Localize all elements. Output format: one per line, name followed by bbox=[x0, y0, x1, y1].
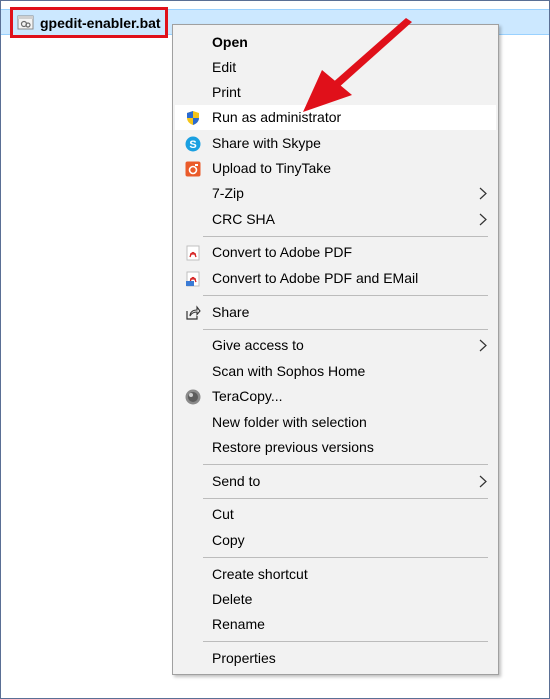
menu-item-label: Delete bbox=[212, 591, 253, 607]
menu-separator bbox=[203, 464, 488, 465]
menu-item-label: Properties bbox=[212, 650, 276, 666]
svg-text:S: S bbox=[189, 139, 196, 151]
menu-separator bbox=[203, 295, 488, 296]
menu-item-label: Share bbox=[212, 304, 250, 320]
menu-separator bbox=[203, 236, 488, 237]
menu-separator bbox=[203, 498, 488, 499]
menu-item-label: Print bbox=[212, 84, 241, 100]
chevron-right-icon bbox=[479, 475, 487, 488]
chevron-right-icon bbox=[479, 187, 487, 200]
menu-item-copy[interactable]: Copy bbox=[175, 528, 496, 553]
menu-item-restore-previous-versions[interactable]: Restore previous versions bbox=[175, 435, 496, 460]
adobe-pdf-icon bbox=[184, 244, 201, 261]
chevron-right-icon bbox=[479, 339, 487, 352]
chevron-right-icon bbox=[479, 213, 487, 226]
uac-shield-icon bbox=[184, 109, 201, 126]
menu-item-create-shortcut[interactable]: Create shortcut bbox=[175, 562, 496, 587]
menu-item-7zip[interactable]: 7-Zip bbox=[175, 181, 496, 206]
menu-separator bbox=[203, 641, 488, 642]
menu-item-label: Scan with Sophos Home bbox=[212, 363, 366, 379]
menu-item-print[interactable]: Print bbox=[175, 80, 496, 105]
menu-item-label: Convert to Adobe PDF bbox=[212, 244, 353, 260]
menu-item-send-to[interactable]: Send to bbox=[175, 469, 496, 494]
menu-item-properties[interactable]: Properties bbox=[175, 646, 496, 671]
file-item-selected[interactable]: gpedit-enabler.bat bbox=[10, 7, 168, 38]
menu-item-teracopy[interactable]: TeraCopy... bbox=[175, 384, 496, 409]
menu-item-label: Send to bbox=[212, 473, 261, 489]
menu-item-edit[interactable]: Edit bbox=[175, 55, 496, 80]
menu-item-label: Cut bbox=[212, 506, 234, 522]
menu-item-cut[interactable]: Cut bbox=[175, 502, 496, 527]
menu-item-convert-to-adobe-pdf[interactable]: Convert to Adobe PDF bbox=[175, 240, 496, 265]
menu-item-label: Create shortcut bbox=[212, 566, 308, 582]
skype-icon: S bbox=[184, 135, 201, 152]
menu-item-label: Give access to bbox=[212, 337, 304, 353]
menu-item-rename[interactable]: Rename bbox=[175, 612, 496, 637]
menu-item-convert-to-adobe-pdf-email[interactable]: Convert to Adobe PDF and EMail bbox=[175, 266, 496, 291]
menu-item-label: Convert to Adobe PDF and EMail bbox=[212, 270, 419, 286]
share-icon bbox=[184, 304, 201, 321]
menu-separator bbox=[203, 557, 488, 558]
menu-item-label: Rename bbox=[212, 616, 265, 632]
tinytake-icon bbox=[184, 160, 201, 177]
menu-item-delete[interactable]: Delete bbox=[175, 587, 496, 612]
menu-item-open[interactable]: Open bbox=[175, 30, 496, 55]
menu-item-label: 7-Zip bbox=[212, 185, 244, 201]
menu-item-label: Edit bbox=[212, 59, 237, 75]
menu-item-label: CRC SHA bbox=[212, 211, 276, 227]
file-name: gpedit-enabler.bat bbox=[40, 14, 161, 31]
teracopy-icon bbox=[184, 388, 201, 405]
batch-file-icon bbox=[17, 15, 34, 29]
menu-item-label: TeraCopy... bbox=[212, 388, 283, 404]
menu-item-label: Share with Skype bbox=[212, 135, 321, 151]
menu-item-label: Run as administrator bbox=[212, 109, 342, 125]
context-menu: Open Edit Print Run as administrator S S… bbox=[172, 24, 499, 675]
menu-item-crc-sha[interactable]: CRC SHA bbox=[175, 207, 496, 232]
menu-item-share[interactable]: Share bbox=[175, 300, 496, 325]
menu-item-label: Upload to TinyTake bbox=[212, 160, 332, 176]
menu-item-label: Open bbox=[212, 34, 248, 50]
menu-item-upload-to-tinytake[interactable]: Upload to TinyTake bbox=[175, 156, 496, 181]
menu-item-give-access-to[interactable]: Give access to bbox=[175, 333, 496, 358]
menu-item-run-as-administrator[interactable]: Run as administrator bbox=[175, 105, 496, 130]
menu-separator bbox=[203, 329, 488, 330]
menu-item-new-folder-with-selection[interactable]: New folder with selection bbox=[175, 410, 496, 435]
menu-item-label: Restore previous versions bbox=[212, 439, 374, 455]
menu-item-share-with-skype[interactable]: S Share with Skype bbox=[175, 131, 496, 156]
menu-item-label: Copy bbox=[212, 532, 245, 548]
menu-item-label: New folder with selection bbox=[212, 414, 367, 430]
menu-item-scan-with-sophos-home[interactable]: Scan with Sophos Home bbox=[175, 359, 496, 384]
adobe-pdf-email-icon bbox=[184, 270, 201, 287]
